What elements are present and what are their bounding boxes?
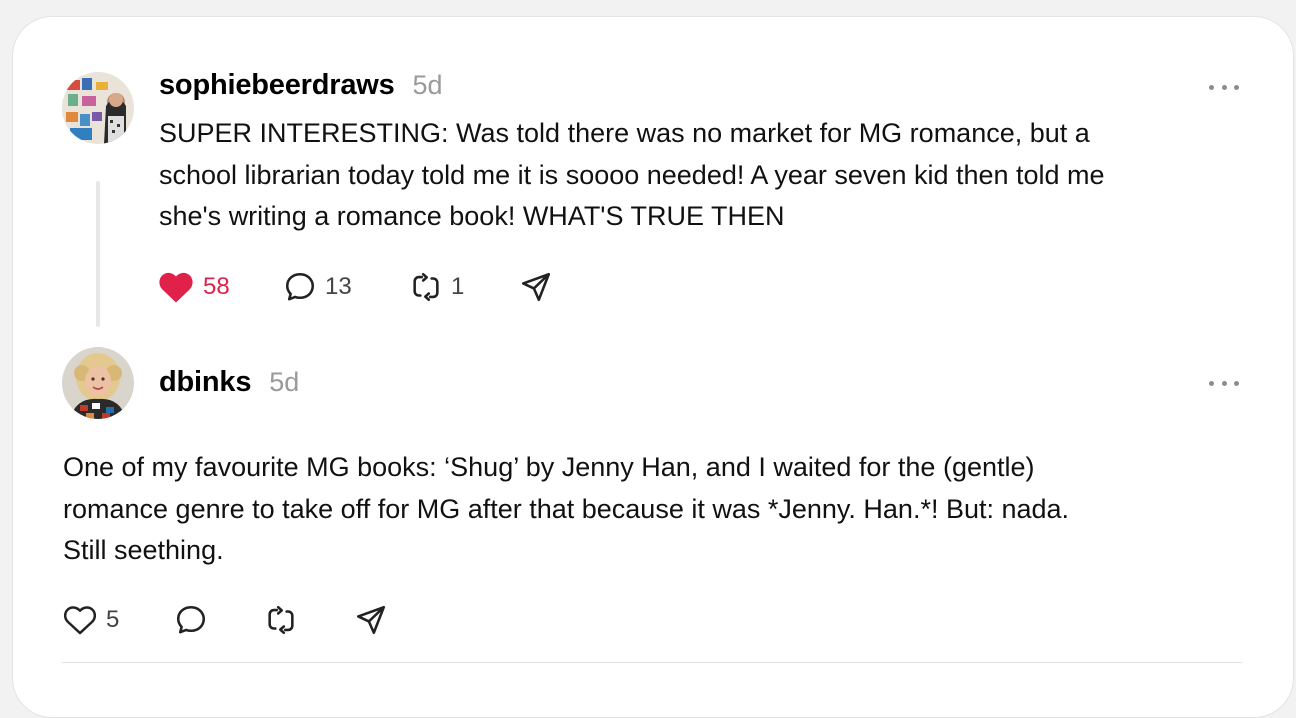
restack-arrows-icon <box>413 272 439 302</box>
share-button[interactable] <box>519 270 553 304</box>
avatar-dbinks[interactable] <box>62 347 134 419</box>
comment-line: school librarian today told me it is soo… <box>159 159 1105 190</box>
comment-body: One of my favourite MG books: ‘Shug’ by … <box>63 447 1263 572</box>
thread-connector-line <box>96 181 100 327</box>
comment-actions: 58 13 1 <box>157 270 553 304</box>
like-count: 58 <box>203 273 230 300</box>
restack-button[interactable] <box>264 603 354 637</box>
restack-count: 1 <box>451 273 465 300</box>
comment-line: she's writing a romance book! WHAT'S TRU… <box>159 201 785 231</box>
paper-plane-icon <box>356 605 386 635</box>
restack-arrows-icon <box>268 605 294 635</box>
like-button[interactable]: 5 <box>62 604 174 636</box>
reply-count: 13 <box>325 273 352 300</box>
restack-button[interactable]: 1 <box>409 270 519 304</box>
more-options-icon[interactable] <box>1209 375 1239 391</box>
comment-header: sophiebeerdraws 5d <box>159 69 443 102</box>
more-options-icon[interactable] <box>1209 79 1239 95</box>
like-count: 5 <box>106 606 120 633</box>
comment-thread-card: sophiebeerdraws 5d SUPER INTERESTING: Wa… <box>12 16 1294 718</box>
timestamp[interactable]: 5d <box>413 70 443 101</box>
speech-bubble-icon <box>176 605 206 634</box>
comment-line: One of my favourite MG books: ‘Shug’ by … <box>63 452 1035 482</box>
reply-button[interactable]: 13 <box>283 270 409 304</box>
comment-line: Still seething. <box>63 535 224 565</box>
comment-line: romance genre to take off for MG after t… <box>63 493 1070 524</box>
share-button[interactable] <box>354 603 388 637</box>
comment-header: dbinks 5d <box>159 366 299 399</box>
comment-line: SUPER INTERESTING: Was told there was no… <box>159 118 1090 148</box>
heart-icon <box>63 606 97 635</box>
speech-bubble-icon <box>285 272 315 301</box>
heart-icon <box>159 272 193 303</box>
author-name[interactable]: dbinks <box>159 366 251 399</box>
like-button[interactable]: 58 <box>157 270 283 304</box>
bottom-divider <box>62 662 1242 663</box>
avatar-sophiebeerdraws[interactable] <box>62 72 134 144</box>
comment-body: SUPER INTERESTING: Was told there was no… <box>159 113 1269 238</box>
reply-button[interactable] <box>174 603 264 637</box>
paper-plane-icon <box>521 272 551 302</box>
author-name[interactable]: sophiebeerdraws <box>159 69 395 102</box>
timestamp[interactable]: 5d <box>269 367 299 398</box>
comment-actions: 5 <box>62 603 388 637</box>
